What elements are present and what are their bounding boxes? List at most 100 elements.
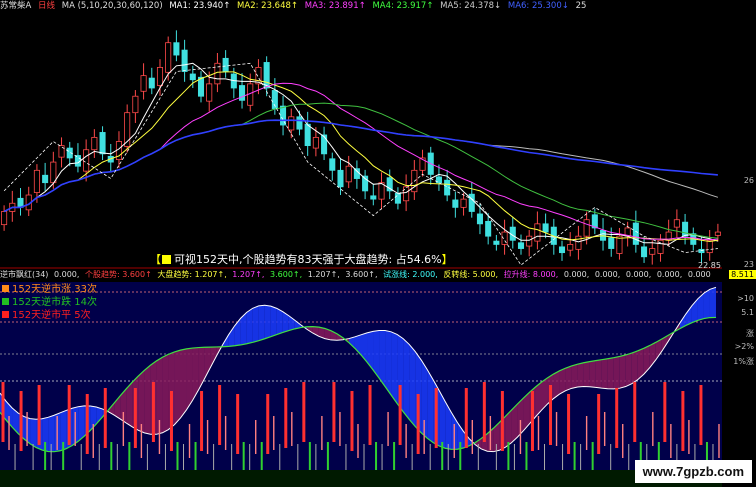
trend-fill: [30, 418, 37, 448]
ma-params: MA (5,10,20,30,60,120): [61, 1, 163, 11]
price-chart[interactable]: [0, 12, 722, 269]
signal-bar-grey: [32, 444, 34, 470]
period-label[interactable]: 日线: [38, 1, 55, 11]
candle-body: [140, 75, 147, 92]
candle-body: [476, 213, 483, 225]
candle-body: [132, 95, 139, 114]
signal-bar-red: [302, 382, 306, 442]
legend-row-down: 152天逆市跌 14次: [2, 296, 97, 309]
reversal-value: 反转线: 5.000,: [443, 270, 499, 279]
price-axis-label: 23: [743, 260, 754, 269]
legend-label: 152天逆市平: [12, 310, 72, 321]
signal-bar-green: [110, 442, 113, 472]
price-chart-bg: [0, 12, 722, 269]
signal-bar-green: [441, 442, 444, 472]
signal-bar-red: [567, 394, 571, 454]
ma5-value: MA5: 24.378↓: [440, 1, 502, 11]
signal-bar-red: [398, 385, 402, 445]
signal-bar-green: [591, 442, 594, 472]
trend-fill: [144, 365, 151, 435]
banner-open: 【: [150, 253, 161, 266]
trend-fill: [589, 360, 596, 388]
trend-fill: [613, 356, 620, 389]
signal-bar-red: [67, 385, 71, 445]
signal-bar-grey: [183, 444, 185, 470]
candle-body: [583, 219, 590, 237]
indicator-value: 3.600↑,: [270, 270, 303, 279]
trend-fill: [559, 368, 566, 395]
signal-bar-pink: [26, 412, 28, 446]
signal-bar-pink: [622, 424, 624, 458]
signal-bar-grey: [164, 444, 166, 470]
candle-body: [698, 248, 705, 254]
indicator-name[interactable]: 逆市飘红(34): [0, 270, 48, 279]
orange-square-icon: [2, 285, 9, 292]
signal-bar-pink: [339, 412, 341, 446]
candle-body: [321, 134, 328, 155]
candle-body: [345, 165, 352, 183]
candle-body: [370, 195, 377, 200]
trend-fill: [403, 338, 410, 420]
trend-fill: [126, 382, 133, 427]
signal-bar-grey: [495, 444, 497, 470]
signal-bar-grey: [279, 444, 281, 470]
ma1-value: MA1: 23.940↑: [169, 1, 231, 11]
trend-fill: [571, 364, 578, 389]
signal-bar-pink: [453, 424, 455, 458]
signal-bar-grey: [381, 444, 383, 470]
candle-body: [197, 76, 205, 97]
signal-bar-pink: [405, 424, 407, 458]
trend-fill: [577, 362, 584, 388]
candle-body: [189, 73, 196, 81]
trend-fill: [607, 357, 614, 389]
candle-body: [673, 219, 680, 228]
trend-fill: [709, 287, 716, 318]
signal-bar-grey: [297, 444, 299, 470]
signal-bar-grey: [116, 444, 118, 470]
signal-bar-pink: [122, 412, 125, 446]
candle-body: [558, 246, 566, 254]
stock-trend-value: 个股趋势: 3.600↑: [84, 270, 152, 279]
stock-name[interactable]: 苏常柴A: [0, 1, 31, 11]
indicator-chart[interactable]: [0, 282, 722, 487]
red-square-icon: [2, 311, 9, 318]
signal-bar-red: [549, 385, 553, 445]
signal-bar-pink: [188, 424, 191, 458]
signal-bar-red: [218, 385, 222, 445]
candle-body: [534, 223, 541, 242]
signal-bar-pink: [357, 424, 359, 458]
signal-bar-pink: [8, 416, 10, 450]
signal-bar-grey: [513, 444, 515, 470]
signal-bar-pink: [273, 416, 275, 450]
candle-body: [460, 198, 467, 208]
trial-rise-value: 试涨线: 2.000,: [383, 270, 438, 279]
signal-bar-red: [19, 391, 23, 451]
candle-body: [58, 145, 65, 158]
candle-body: [575, 235, 582, 250]
candle-body: [156, 67, 164, 86]
candle-body: [206, 83, 213, 102]
signal-bar-red: [699, 385, 703, 445]
candle-body: [99, 132, 106, 155]
candle-body: [33, 169, 40, 193]
indicator-value: 1.207↑,: [307, 270, 340, 279]
signal-bar-green: [242, 442, 245, 472]
signal-bar-red: [530, 391, 534, 451]
candle-body: [1, 211, 8, 226]
signal-bar-red: [434, 388, 438, 448]
indicator-axis-label: 5.1: [741, 308, 754, 317]
signal-bar-grey: [544, 444, 546, 470]
trend-fill: [385, 330, 392, 395]
trend-fill: [246, 308, 253, 344]
signal-bar-grey: [146, 444, 148, 470]
signal-bar-pink: [670, 424, 672, 458]
candle-body: [304, 123, 311, 147]
signal-bar-green: [260, 442, 263, 472]
signal-bar-red: [500, 391, 504, 451]
trend-fill: [703, 289, 710, 319]
signal-bar-pink: [158, 420, 161, 454]
signal-bar-grey: [429, 444, 431, 470]
green-square-icon: [2, 298, 9, 305]
signal-bar-green: [62, 442, 65, 472]
signal-bar-green: [176, 442, 179, 472]
